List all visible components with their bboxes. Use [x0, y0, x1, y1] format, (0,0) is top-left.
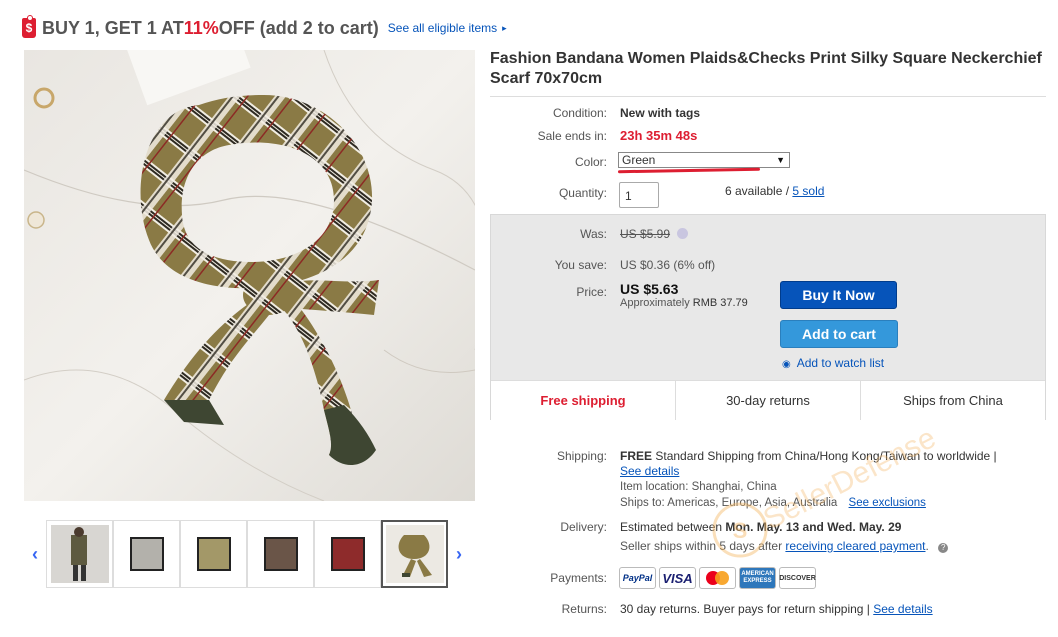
current-price: US $5.63 — [620, 281, 679, 297]
help-icon[interactable]: ? — [938, 543, 949, 553]
info-icon[interactable] — [677, 228, 688, 239]
shipping-badges: Free shipping 30-day returns Ships from … — [491, 380, 1045, 420]
thumbnail-green-selected[interactable] — [381, 520, 448, 588]
quantity-input[interactable]: 1 — [619, 182, 659, 208]
promo-percent: 11% — [183, 17, 219, 38]
period: . — [925, 539, 929, 553]
eye-icon: ◉ — [782, 359, 791, 370]
item-location: Item location: Shanghai, China — [620, 481, 777, 493]
shipping-free: FREE — [620, 449, 653, 463]
sale-tag-icon: $ — [22, 15, 36, 38]
payments-label: Payments: — [550, 571, 607, 585]
seller-ships-text: Seller ships within 5 days after — [620, 539, 786, 553]
product-main-image[interactable] — [24, 50, 475, 501]
condition-value: New with tags — [620, 106, 701, 120]
ships-to: Ships to: Americas, Europe, Asia, Austra… — [620, 497, 926, 509]
thumbnail-model[interactable] — [46, 520, 113, 588]
shipping-text: FREE Standard Shipping from China/Hong K… — [620, 449, 997, 463]
thumbnail-red[interactable] — [314, 520, 381, 588]
arrow-right-icon[interactable]: ▸ — [502, 23, 507, 34]
approx-price: Approximately RMB 37.79 — [620, 297, 748, 309]
color-label: Color: — [574, 155, 607, 169]
add-to-cart-button[interactable]: Add to cart — [780, 320, 898, 348]
highlight-underline — [617, 167, 761, 174]
shipping-label: Shipping: — [556, 449, 607, 463]
see-exclusions-link[interactable]: See exclusions — [849, 497, 926, 509]
promo-text-suffix: OFF (add 2 to cart) — [218, 17, 379, 38]
discover-icon: DISCOVER — [779, 567, 816, 589]
cleared-payment-link[interactable]: receiving cleared payment — [785, 539, 925, 553]
color-select[interactable]: Green ▼ — [618, 152, 790, 168]
amex-icon: AMERICAN EXPRESS — [739, 567, 776, 589]
watermark-text: SellerDefense — [758, 421, 941, 536]
promo-text-prefix: BUY 1, GET 1 AT — [42, 17, 184, 38]
buy-it-now-button[interactable]: Buy It Now — [780, 281, 897, 309]
watch-label: Add to watch list — [796, 356, 885, 370]
chevron-left-icon[interactable]: ‹ — [24, 544, 46, 565]
see-eligible-items-link[interactable]: See all eligible items — [388, 21, 497, 35]
shipping-desc: Standard Shipping from China/Hong Kong/T… — [652, 449, 997, 463]
available-count: 6 available / — [725, 184, 793, 198]
paypal-icon: PayPal — [619, 567, 656, 589]
delivery-dates: Mon. May. 13 and Wed. May. 29 — [725, 520, 902, 534]
approx-prefix: Approximately — [620, 297, 693, 309]
visa-icon: VISA — [659, 567, 696, 589]
shipping-see-details-link[interactable]: See details — [620, 464, 679, 478]
returns-text: 30 day returns. Buyer pays for return sh… — [620, 602, 874, 616]
returns-label: Returns: — [561, 602, 607, 616]
thumbnail-grey[interactable] — [113, 520, 180, 588]
ships-to-text: Ships to: Americas, Europe, Asia, Austra… — [620, 497, 838, 509]
returns-policy: 30 day returns. Buyer pays for return sh… — [620, 602, 933, 616]
approx-value: RMB 37.79 — [692, 297, 748, 309]
delivery-prefix: Estimated between — [620, 520, 726, 534]
chevron-right-icon[interactable]: › — [448, 544, 470, 565]
thumbnail-strip: ‹ › — [24, 514, 476, 594]
item-title: Fashion Bandana Women Plaids&Checks Prin… — [490, 50, 1042, 87]
ships-from-badge: Ships from China — [903, 393, 1003, 408]
price-label: Price: — [576, 285, 607, 299]
returns-see-details-link[interactable]: See details — [873, 602, 932, 616]
mastercard-icon — [699, 567, 736, 589]
add-to-watch-list-link[interactable]: ◉ Add to watch list — [782, 356, 884, 370]
was-label: Was: — [580, 227, 607, 241]
payment-methods: PayPal VISA AMERICAN EXPRESS DISCOVER — [619, 567, 816, 589]
divider — [490, 96, 1046, 97]
quantity-label: Quantity: — [558, 186, 607, 200]
you-save-label: You save: — [554, 258, 607, 272]
seller-ships: Seller ships within 5 days after receivi… — [620, 539, 949, 553]
availability: 6 available / 5 sold — [725, 184, 824, 198]
color-select-value: Green — [622, 153, 656, 167]
thumbnail-brown[interactable] — [247, 520, 314, 588]
sold-link[interactable]: 5 sold — [792, 184, 824, 198]
returns-badge: 30-day returns — [676, 381, 861, 420]
you-save-value: US $0.36 (6% off) — [620, 258, 716, 272]
was-price: US $5.99 — [620, 227, 671, 241]
delivery-label: Delivery: — [560, 520, 607, 534]
condition-label: Condition: — [552, 106, 607, 120]
dropdown-arrow-icon: ▼ — [776, 155, 785, 165]
thumbnail-khaki[interactable] — [180, 520, 247, 588]
sale-countdown: 23h 35m 48s — [620, 128, 698, 143]
promo-banner: $ BUY 1, GET 1 AT 11% OFF (add 2 to cart… — [22, 14, 507, 42]
sale-ends-label: Sale ends in: — [537, 129, 607, 143]
free-shipping-badge: Free shipping — [491, 381, 676, 420]
delivery-estimate: Estimated between Mon. May. 13 and Wed. … — [620, 520, 901, 534]
